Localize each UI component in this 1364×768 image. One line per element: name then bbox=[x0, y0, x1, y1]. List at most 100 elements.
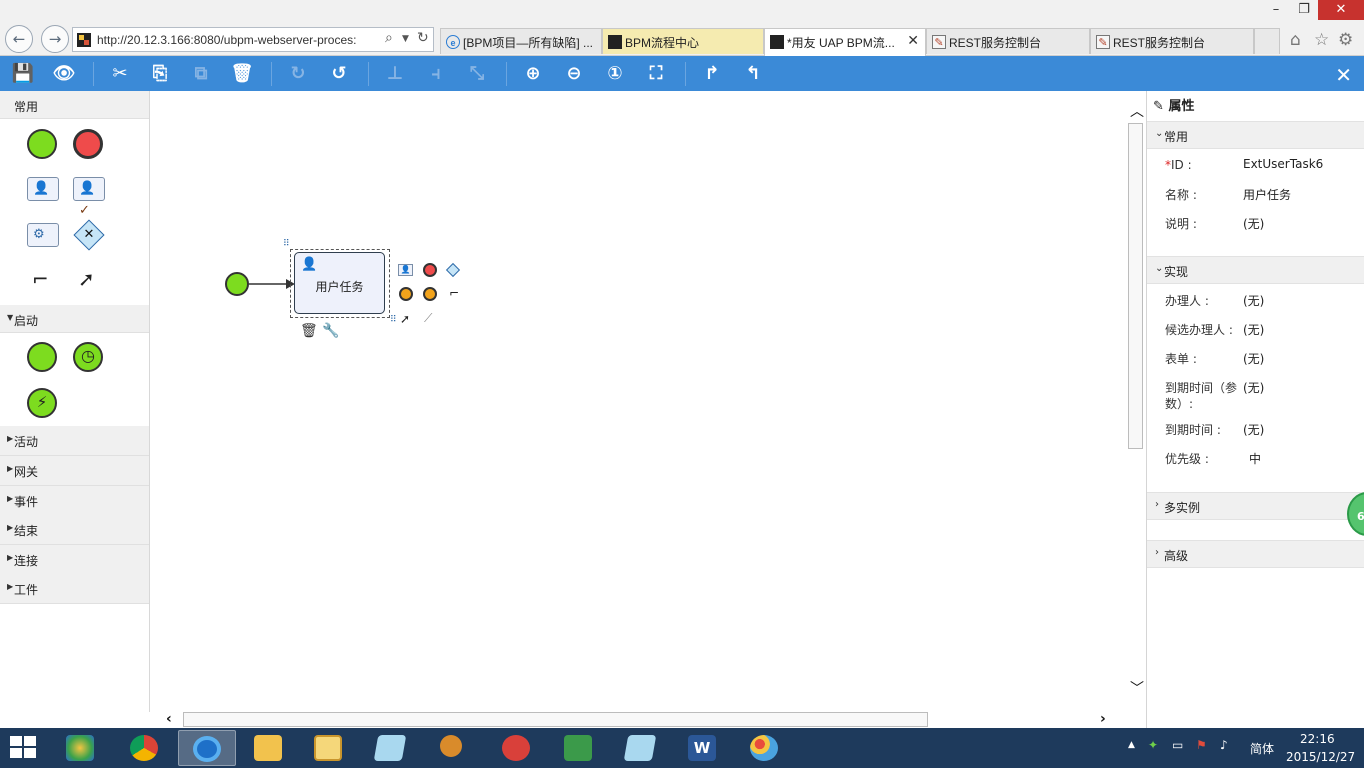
canvas-start-event[interactable] bbox=[225, 272, 249, 296]
search-tool-icon[interactable] bbox=[426, 730, 484, 766]
paint-icon[interactable] bbox=[736, 730, 794, 766]
zoom-actual-icon[interactable]: ① bbox=[598, 56, 632, 91]
notepad-icon[interactable] bbox=[362, 730, 420, 766]
paste-icon[interactable]: ⧉ bbox=[184, 56, 218, 91]
palette-group-end[interactable]: ▶ 结束 bbox=[0, 515, 149, 545]
field-candidates-value[interactable]: (无) bbox=[1243, 321, 1264, 338]
vertical-scrollbar[interactable]: ︿ ﹀ bbox=[1127, 91, 1145, 699]
same-size-icon[interactable]: ⤡ bbox=[460, 56, 494, 91]
address-bar[interactable]: http://20.12.3.166:8080/ubpm-webserver-p… bbox=[72, 27, 434, 52]
add-bendpoint-icon[interactable]: ↱ bbox=[695, 56, 729, 91]
palette-group-connection[interactable]: ▶ 连接 bbox=[0, 545, 149, 575]
address-url[interactable]: http://20.12.3.166:8080/ubpm-webserver-p… bbox=[97, 33, 385, 47]
volume-icon[interactable]: ♪ bbox=[1220, 738, 1228, 752]
sequence-flow-line[interactable] bbox=[249, 278, 296, 290]
new-tab-button[interactable] bbox=[1254, 28, 1280, 54]
delete-element-icon[interactable]: 🗑 bbox=[300, 323, 318, 339]
field-assignee-value[interactable]: (无) bbox=[1243, 292, 1264, 309]
home-icon[interactable]: ⌂ bbox=[1290, 30, 1301, 50]
close-editor-icon[interactable]: ✕ bbox=[1335, 56, 1352, 94]
palette-group-artifact[interactable]: ▶ 工件 bbox=[0, 574, 149, 604]
tab-bpm-center[interactable]: BPM流程中心 bbox=[602, 28, 764, 54]
windows-start-icon[interactable] bbox=[10, 736, 38, 760]
palette-group-start[interactable]: ▼ 启动 bbox=[0, 305, 149, 333]
file-explorer-icon[interactable] bbox=[240, 730, 298, 766]
service-task-shape[interactable]: ⚙ bbox=[27, 223, 59, 247]
palette-group-common[interactable]: 常用 bbox=[0, 91, 149, 119]
field-due-date-value[interactable]: (无) bbox=[1243, 421, 1264, 438]
append-gateway-icon[interactable] bbox=[445, 262, 461, 278]
field-id-value[interactable]: ExtUserTask6 bbox=[1243, 157, 1323, 171]
copy-icon[interactable]: ⎘ bbox=[143, 56, 177, 91]
forward-button[interactable]: → bbox=[41, 25, 69, 53]
dropdown-icon[interactable]: ▼ bbox=[402, 34, 409, 44]
sequence-flow-icon[interactable]: ➚ bbox=[78, 267, 95, 291]
field-form-value[interactable]: (无) bbox=[1243, 350, 1264, 367]
end-event-shape[interactable] bbox=[73, 129, 103, 159]
append-flow-icon[interactable]: ➚ bbox=[400, 312, 410, 326]
maximize-button[interactable]: ❐ bbox=[1290, 0, 1318, 20]
tab-close-icon[interactable]: ✕ bbox=[907, 32, 919, 49]
tab-rest-console-2[interactable]: ✎ REST服务控制台 bbox=[1090, 28, 1254, 54]
action-center-icon[interactable]: ⚑ bbox=[1196, 738, 1207, 752]
field-description-value[interactable]: (无) bbox=[1243, 215, 1264, 232]
tab-rest-console-1[interactable]: ✎ REST服务控制台 bbox=[926, 28, 1090, 54]
delete-trash-icon[interactable]: 🗑 bbox=[225, 56, 259, 91]
tab-bpm-defects[interactable]: e [BPM项目—所有缺陷] ... bbox=[440, 28, 602, 54]
swirl-app-icon[interactable] bbox=[488, 730, 546, 766]
tab-uap-bpm[interactable]: *用友 UAP BPM流... ✕ bbox=[764, 28, 926, 56]
field-name-value[interactable]: 用户任务 bbox=[1243, 186, 1291, 203]
back-button[interactable]: ← bbox=[5, 25, 33, 53]
tray-expand-icon[interactable]: ▲ bbox=[1128, 740, 1135, 750]
resize-handle-icon[interactable]: ⠿ bbox=[390, 315, 397, 325]
append-boundary-event-icon[interactable] bbox=[423, 287, 437, 301]
append-user-task-icon[interactable]: 👤 bbox=[398, 264, 413, 276]
resize-handle-icon[interactable]: ⠿ bbox=[283, 239, 290, 249]
ie-taskbar-icon[interactable] bbox=[178, 730, 236, 766]
palette-group-event[interactable]: ▶ 事件 bbox=[0, 486, 149, 516]
tools-gear-icon[interactable]: ⚙ bbox=[1338, 30, 1353, 50]
timer-start-event-shape[interactable]: ◷ bbox=[73, 342, 103, 372]
field-due-param-value[interactable]: (无) bbox=[1243, 379, 1264, 396]
editor-app-icon[interactable] bbox=[612, 730, 670, 766]
horizontal-scrollbar[interactable]: ‹ › bbox=[150, 711, 1127, 728]
network-icon[interactable]: ▭ bbox=[1172, 738, 1183, 752]
palette-group-activity[interactable]: ▶ 活动 bbox=[0, 426, 149, 456]
minimize-button[interactable]: – bbox=[1262, 0, 1290, 20]
zoom-fit-icon[interactable]: ⛶ bbox=[639, 56, 673, 91]
palette-group-gateway[interactable]: ▶ 网关 bbox=[0, 456, 149, 486]
start-event-shape[interactable] bbox=[27, 129, 57, 159]
zoom-out-icon[interactable]: ⊖ bbox=[557, 56, 591, 91]
clock-time[interactable]: 22:16 bbox=[1300, 732, 1335, 746]
search-icon[interactable]: ⌕ bbox=[385, 30, 393, 46]
undo-icon[interactable]: ↺ bbox=[322, 56, 356, 91]
vertical-scroll-thumb[interactable] bbox=[1128, 123, 1143, 449]
mail-client-icon[interactable] bbox=[300, 730, 358, 766]
signal-start-event-shape[interactable]: ⚡ bbox=[27, 388, 57, 418]
scroll-up-icon[interactable]: ︿ bbox=[1130, 101, 1144, 121]
section-multi-instance[interactable]: › 多实例 bbox=[1147, 492, 1364, 520]
approval-task-shape[interactable]: 👤✓ bbox=[73, 177, 105, 218]
taskbar-app-colorful[interactable] bbox=[52, 730, 110, 766]
append-association-icon[interactable]: ⟋ bbox=[424, 311, 432, 326]
wrench-icon[interactable]: 🔧 bbox=[322, 323, 339, 339]
align-horizontal-icon[interactable]: ⊥ bbox=[378, 56, 412, 91]
favorites-icon[interactable]: ☆ bbox=[1314, 30, 1329, 50]
section-implementation[interactable]: ⌄ 实现 bbox=[1147, 256, 1364, 284]
section-common[interactable]: ⌄ 常用 bbox=[1147, 121, 1364, 149]
connector-tool-icon[interactable]: ⌐ bbox=[32, 267, 49, 291]
append-end-event-icon[interactable] bbox=[423, 263, 437, 277]
field-priority-value[interactable]: 中 bbox=[1249, 450, 1261, 467]
exclusive-gateway-shape[interactable]: ✕ bbox=[73, 219, 105, 251]
ime-indicator[interactable]: 简体 bbox=[1250, 740, 1274, 757]
scroll-down-icon[interactable]: ﹀ bbox=[1130, 678, 1144, 698]
canvas-user-task[interactable]: 👤 用户任务 bbox=[294, 252, 385, 314]
append-intermediate-event-icon[interactable] bbox=[399, 287, 413, 301]
window-close-button[interactable]: ✕ bbox=[1318, 0, 1364, 20]
process-canvas[interactable]: ⠿ ⠿ 👤 用户任务 👤 ⌐ ➚ ⟋ 🗑 🔧 bbox=[150, 91, 1127, 712]
user-task-shape[interactable]: 👤 bbox=[27, 177, 59, 201]
scroll-left-icon[interactable]: ‹ bbox=[166, 711, 172, 727]
save-icon[interactable]: 💾 bbox=[6, 56, 40, 91]
section-advanced[interactable]: › 高级 bbox=[1147, 540, 1364, 568]
preview-eye-icon[interactable]: 👁 bbox=[47, 56, 81, 91]
